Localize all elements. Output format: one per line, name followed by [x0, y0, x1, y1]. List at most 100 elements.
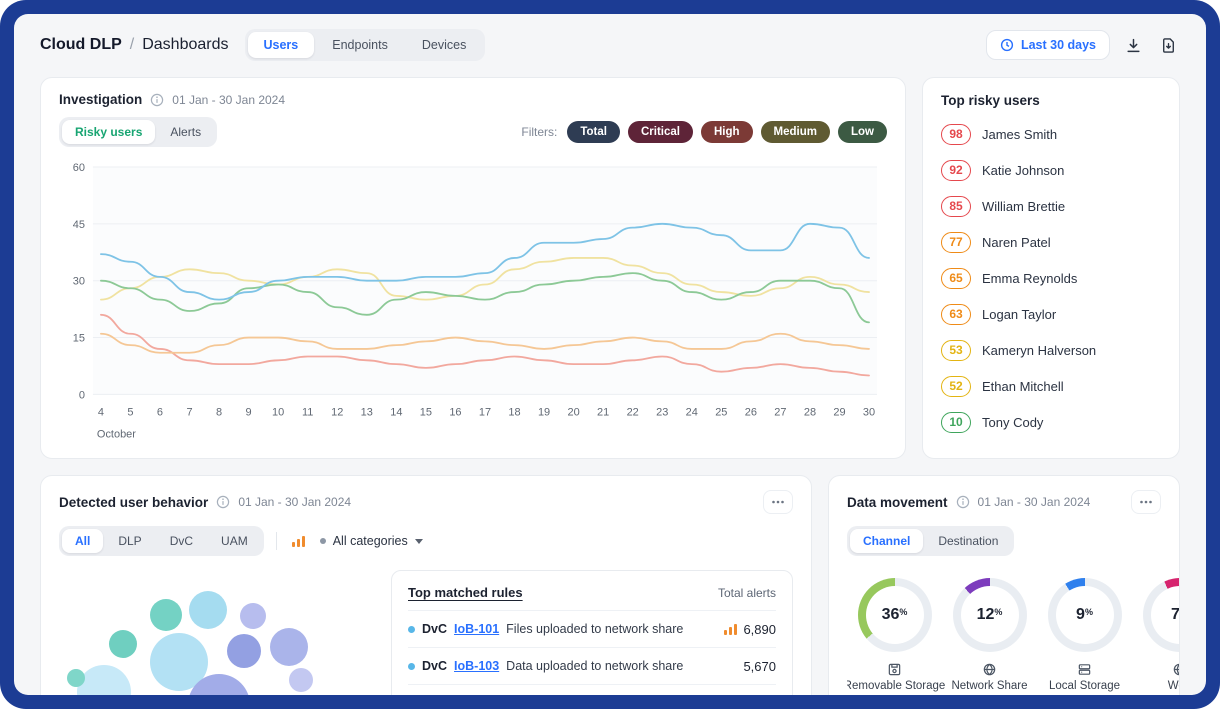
svg-text:12: 12 [331, 406, 343, 418]
risky-user-row[interactable]: 92 Katie Johnson [941, 152, 1161, 188]
svg-text:18: 18 [508, 406, 520, 418]
donut-network-share: 12%Network Share [942, 578, 1037, 692]
svg-text:11: 11 [302, 406, 313, 418]
risky-users-list: 98James Smith 92 Katie Johnson 85William Br… [941, 116, 1161, 440]
risky-user-row[interactable]: 52Ethan Mitchell [941, 368, 1161, 404]
ellipsis-icon [1138, 494, 1154, 510]
filter-low[interactable]: Low [838, 121, 887, 143]
top-matched-rules-card: Top matched rules Total alerts DvCIoB-10… [391, 570, 793, 695]
risk-trend-svg: 0153045604567891011121314151617181920212… [59, 155, 887, 442]
page-title: Dashboards [142, 36, 228, 53]
rule-severity-dot [408, 626, 415, 633]
filter-medium[interactable]: Medium [761, 121, 830, 143]
removable-storage-icon [887, 661, 902, 677]
user-name: Emma Reynolds [982, 271, 1077, 286]
risk-trend-chart: 0153045604567891011121314151617181920212… [59, 155, 887, 442]
risky-user-row[interactable]: 85William Brettie [941, 188, 1161, 224]
svg-text:26: 26 [745, 406, 757, 418]
dashboard-page: Cloud DLP / Dashboards UsersEndpointsDevic… [14, 14, 1206, 695]
svg-text:30: 30 [73, 276, 85, 288]
tab-channel[interactable]: Channel [850, 529, 923, 553]
risk-score-badge: 53 [941, 340, 971, 361]
app-title: Cloud DLP [40, 36, 122, 53]
download-button[interactable] [1122, 34, 1145, 57]
donut-center: 36% [866, 586, 924, 644]
behavior-menu-button[interactable] [763, 490, 793, 514]
tab-endpoints[interactable]: Endpoints [316, 32, 404, 58]
tab-risky-users[interactable]: Risky users [62, 120, 155, 144]
breadcrumb: Cloud DLP / Dashboards [40, 36, 229, 54]
donut-label: Removable Storage [847, 680, 945, 692]
risky-user-row[interactable]: 65Emma Reynolds [941, 260, 1161, 296]
rules-list: DvCIoB-101Files uploaded to network shar… [408, 610, 776, 695]
investigation-header: Investigation 01 Jan - 30 Jan 2024 [59, 92, 887, 107]
filters-label: Filters: [521, 125, 557, 139]
bubble[interactable] [227, 634, 261, 668]
donut-center: 12% [961, 586, 1019, 644]
risky-user-row[interactable]: 77Naren Patel [941, 224, 1161, 260]
svg-text:25: 25 [715, 406, 727, 418]
total-alerts-column-header: Total alerts [718, 586, 776, 600]
investigation-tabs: Risky usersAlerts [59, 117, 217, 147]
tab-all[interactable]: All [62, 529, 103, 553]
percent-sign: % [994, 607, 1002, 617]
bubble[interactable] [77, 665, 131, 695]
svg-text:8: 8 [216, 406, 222, 418]
svg-text:15: 15 [73, 333, 85, 345]
bubble[interactable] [150, 599, 182, 631]
behavior-source-tabs: AllDLPDvCUAM [59, 526, 264, 556]
bubble[interactable] [240, 603, 266, 629]
bubble[interactable] [109, 630, 137, 658]
donut-ring: 12% [953, 578, 1027, 652]
risk-score-badge: 92 [941, 160, 971, 181]
rule-link[interactable]: IoB-101 [454, 622, 499, 636]
user-name: James Smith [982, 127, 1057, 142]
user-name: Katie Johnson [982, 163, 1064, 178]
svg-text:24: 24 [686, 406, 698, 418]
rule-link[interactable]: IoB-103 [454, 659, 499, 673]
bubble[interactable] [289, 668, 313, 692]
filter-total[interactable]: Total [567, 121, 620, 143]
risky-user-row[interactable]: 98James Smith [941, 116, 1161, 152]
bubble[interactable] [67, 669, 85, 687]
investigation-panel: Investigation 01 Jan - 30 Jan 2024 Risky… [40, 77, 906, 459]
rule-severity-dot [408, 663, 415, 670]
filter-high[interactable]: High [701, 121, 753, 143]
risky-user-row[interactable]: 10Tony Cody [941, 404, 1161, 440]
categories-dropdown-label: All categories [333, 534, 408, 548]
donut-label: Local Storage [1049, 680, 1120, 692]
tab-uam[interactable]: UAM [208, 529, 261, 553]
bubble[interactable] [189, 591, 227, 629]
risky-user-row[interactable]: 53Kameryn Halverson [941, 332, 1161, 368]
user-name: Ethan Mitchell [982, 379, 1064, 394]
svg-text:20: 20 [567, 406, 579, 418]
tab-destination[interactable]: Destination [925, 529, 1011, 553]
tab-dvc[interactable]: DvC [157, 529, 206, 553]
filter-critical[interactable]: Critical [628, 121, 693, 143]
export-report-button[interactable] [1157, 34, 1180, 57]
bubble[interactable] [270, 628, 308, 666]
risky-user-row[interactable]: 63Logan Taylor [941, 296, 1161, 332]
date-range-label: Last 30 days [1021, 38, 1096, 52]
categories-dropdown[interactable]: All categories [320, 534, 423, 548]
chevron-down-icon [415, 539, 423, 544]
top-grid: Investigation 01 Jan - 30 Jan 2024 Risky… [14, 77, 1206, 459]
rule-row: DvCIoB-101Files uploaded to network shar… [408, 610, 776, 647]
bullet-icon [320, 538, 326, 544]
breadcrumb-separator: / [130, 36, 134, 53]
svg-text:60: 60 [73, 162, 85, 174]
tab-devices[interactable]: Devices [406, 32, 482, 58]
rule-source: DvC [422, 622, 447, 636]
top-risky-users-title: Top risky users [941, 93, 1161, 108]
investigation-title: Investigation [59, 92, 142, 107]
detected-behavior-date-range: 01 Jan - 30 Jan 2024 [238, 495, 351, 509]
tab-dlp[interactable]: DLP [105, 529, 154, 553]
tab-alerts[interactable]: Alerts [157, 120, 214, 144]
svg-text:4: 4 [98, 406, 104, 418]
svg-text:21: 21 [597, 406, 609, 418]
tab-users[interactable]: Users [248, 32, 315, 58]
data-movement-menu-button[interactable] [1131, 490, 1161, 514]
chart-type-button[interactable] [289, 533, 308, 550]
date-range-button[interactable]: Last 30 days [986, 30, 1110, 60]
svg-text:15: 15 [420, 406, 432, 418]
